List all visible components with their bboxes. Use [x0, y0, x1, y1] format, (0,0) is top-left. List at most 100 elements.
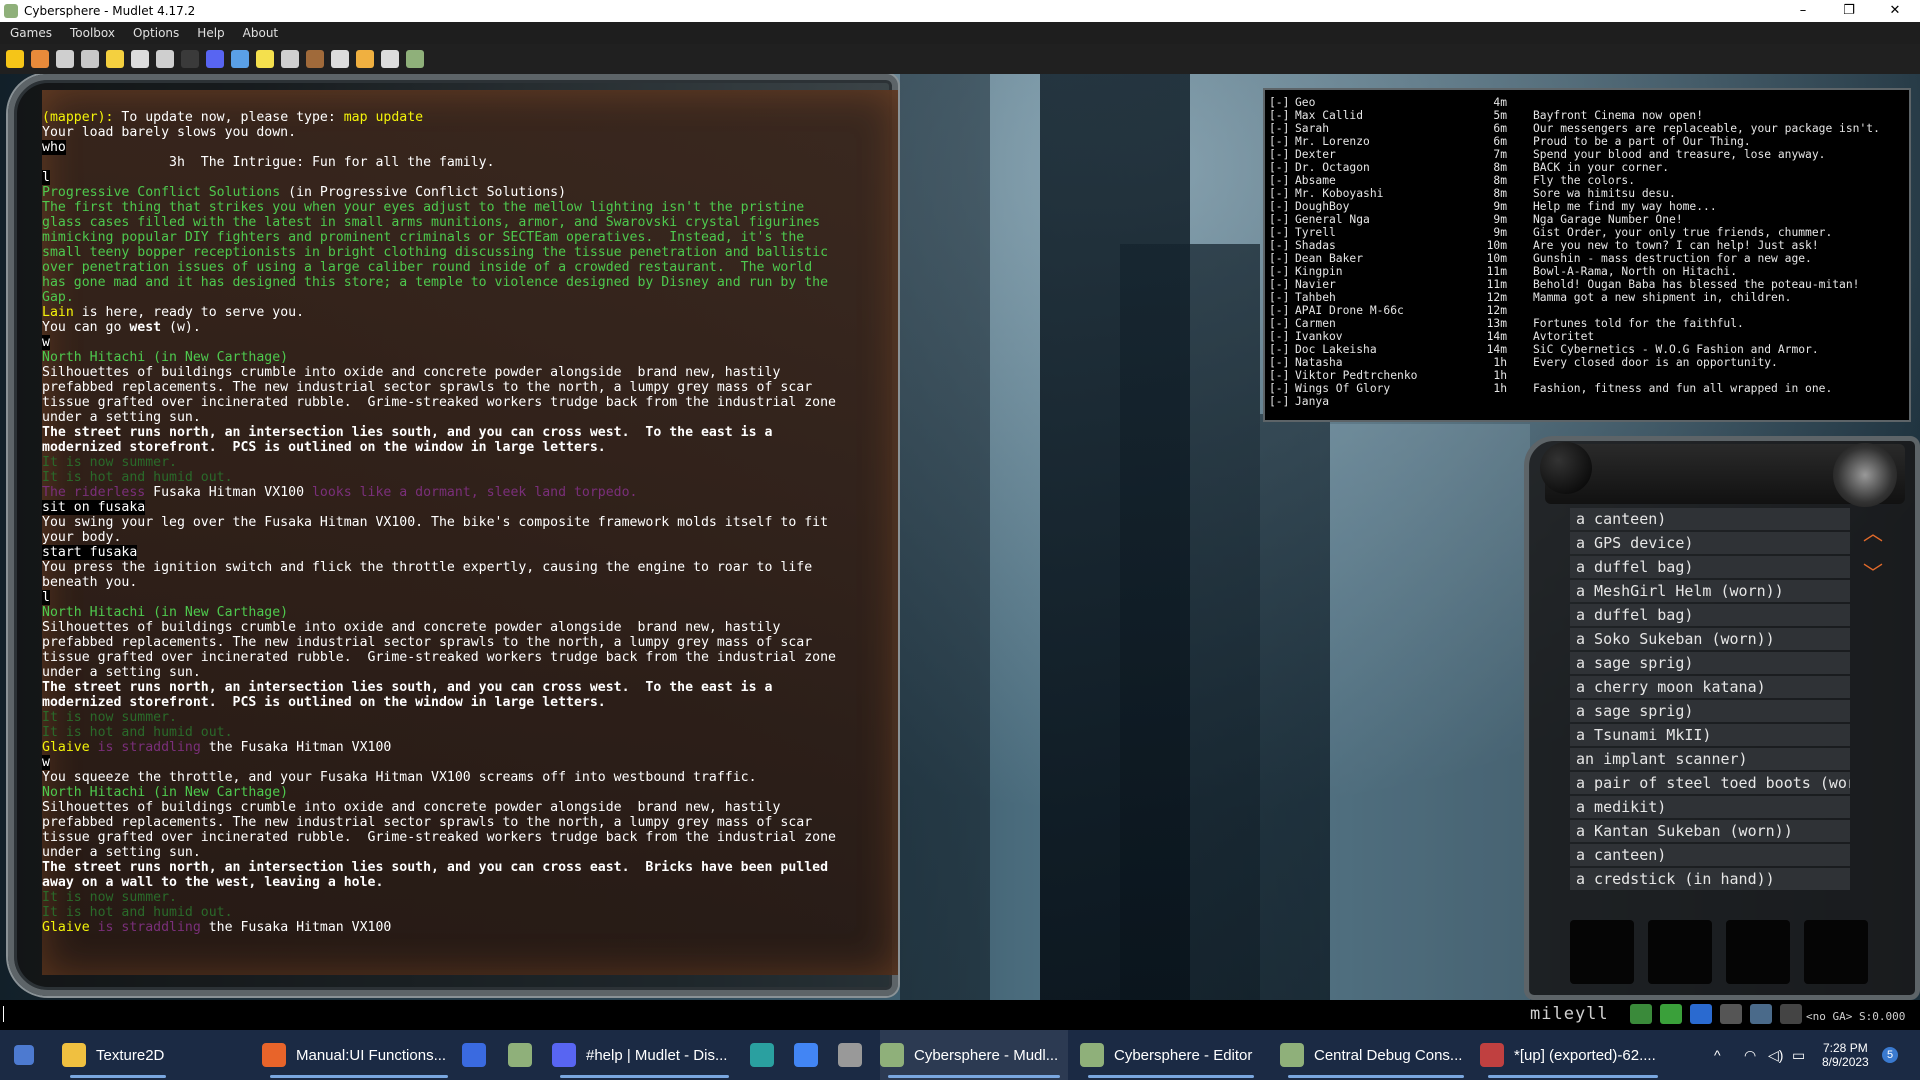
console-text: small teeny bopper receptionists in brig…: [42, 245, 829, 260]
notepad-icon[interactable]: [256, 50, 274, 68]
taskbar-item[interactable]: [750, 1030, 794, 1080]
menu-toolbox[interactable]: Toolbox: [60, 26, 123, 40]
taskbar-item[interactable]: *[up] (exported)-62....: [1480, 1030, 1666, 1080]
player-title: Our messengers are replaceable, your pac…: [1533, 122, 1880, 135]
taskbar-label: Manual:UI Functions...: [296, 1046, 447, 1064]
wifi-icon[interactable]: ◠: [1744, 1030, 1756, 1080]
player-name: Viktor Pedtrchenko: [1295, 369, 1418, 382]
inventory-item[interactable]: a medikit): [1570, 796, 1850, 818]
player-name: Absame: [1295, 174, 1336, 187]
taskbar-item[interactable]: Central Debug Cons...: [1280, 1030, 1472, 1080]
inventory-item[interactable]: a canteen): [1570, 508, 1850, 530]
modules-icon[interactable]: [306, 50, 324, 68]
notification-badge: 5: [1882, 1047, 1898, 1063]
settings-icon[interactable]: [356, 50, 374, 68]
scroll-down-icon[interactable]: ﹀: [1858, 562, 1888, 584]
running-indicator: [560, 1075, 730, 1078]
console-line: who: [42, 140, 892, 155]
maximize-button[interactable]: ❐: [1826, 0, 1872, 22]
lightning-icon[interactable]: [1660, 1004, 1682, 1024]
inventory-item[interactable]: an implant scanner): [1570, 748, 1850, 770]
packages-icon[interactable]: [281, 50, 299, 68]
close-button[interactable]: ✕: [1872, 0, 1918, 22]
inventory-item[interactable]: a cherry moon katana): [1570, 676, 1850, 698]
who-tag: [-]: [1269, 369, 1290, 382]
who-row: [-] Absame 8m Fly the colors.: [1265, 174, 1909, 187]
idle-time: 4m: [1493, 96, 1507, 109]
battery-icon[interactable]: ▭: [1792, 1030, 1805, 1080]
idle-time: 6m: [1493, 135, 1507, 148]
taskbar-item[interactable]: Manual:UI Functions...: [262, 1030, 456, 1080]
console-text: is straddling: [89, 740, 209, 755]
console-text: modernized storefront. PCS is outlined o…: [42, 440, 606, 455]
scripts-icon[interactable]: [131, 50, 149, 68]
idle-time: 1h: [1493, 369, 1507, 382]
notification-button[interactable]: 5: [1882, 1030, 1898, 1080]
scroll-up-icon[interactable]: ︿: [1858, 522, 1888, 544]
equipment-slot[interactable]: [1804, 920, 1868, 984]
player-name: Tahbeh: [1295, 291, 1336, 304]
taskbar-item[interactable]: [838, 1030, 882, 1080]
connect-icon[interactable]: [6, 50, 24, 68]
taskbar-item[interactable]: [462, 1030, 506, 1080]
inventory-item[interactable]: a pair of steel toed boots (wor: [1570, 772, 1850, 794]
inventory-item[interactable]: a credstick (in hand)): [1570, 868, 1850, 890]
map-icon[interactable]: [231, 50, 249, 68]
inventory-item[interactable]: a duffel bag): [1570, 604, 1850, 626]
fullscreen-icon[interactable]: [381, 50, 399, 68]
inventory-item[interactable]: a Tsunami MkII): [1570, 724, 1850, 746]
inventory-item[interactable]: a MeshGirl Helm (worn)): [1570, 580, 1850, 602]
clock-date: 8/9/2023: [1822, 1055, 1869, 1069]
start-button[interactable]: [14, 1030, 44, 1080]
menu-help[interactable]: Help: [187, 26, 232, 40]
idle-time: 12m: [1486, 304, 1507, 317]
replay-icon[interactable]: [331, 50, 349, 68]
keys-icon[interactable]: [156, 50, 174, 68]
menu-options[interactable]: Options: [123, 26, 187, 40]
inventory-item[interactable]: a Soko Sukeban (worn)): [1570, 628, 1850, 650]
keyboard-icon[interactable]: [1720, 1004, 1742, 1024]
equipment-slot[interactable]: [1726, 920, 1790, 984]
console-text: Silhouettes of buildings crumble into ox…: [42, 365, 781, 380]
reconnect-icon[interactable]: [56, 50, 74, 68]
player-name: DoughBoy: [1295, 200, 1350, 213]
menu-about[interactable]: About: [233, 26, 286, 40]
discord-icon[interactable]: [206, 50, 224, 68]
tray-overflow-icon[interactable]: ^: [1714, 1030, 1721, 1080]
inventory-item[interactable]: a GPS device): [1570, 532, 1850, 554]
command-input[interactable]: [0, 1004, 1504, 1026]
inventory-item[interactable]: a sage sprig): [1570, 700, 1850, 722]
taskbar-item[interactable]: Texture2D: [62, 1030, 174, 1080]
inventory-item[interactable]: a canteen): [1570, 844, 1850, 866]
clock[interactable]: 7:28 PM 8/9/2023: [1822, 1030, 1869, 1080]
taskbar-item[interactable]: Cybersphere - Editor: [1080, 1030, 1262, 1080]
inventory-item[interactable]: a Kantan Sukeban (worn)): [1570, 820, 1850, 842]
aliases-icon[interactable]: [106, 50, 124, 68]
taskbar-item[interactable]: [794, 1030, 838, 1080]
taskbar-label: *[up] (exported)-62....: [1514, 1046, 1656, 1064]
minimize-button[interactable]: –: [1780, 0, 1826, 22]
triggers-icon[interactable]: [81, 50, 99, 68]
who-tag: [-]: [1269, 395, 1290, 408]
who-tag: [-]: [1269, 278, 1290, 291]
menu-games[interactable]: Games: [0, 26, 60, 40]
who-tag: [-]: [1269, 356, 1290, 369]
volume-icon[interactable]: ◁): [1768, 1030, 1783, 1080]
info-icon[interactable]: [1690, 1004, 1712, 1024]
equipment-slot[interactable]: [1570, 920, 1634, 984]
taskbar-item[interactable]: #help | Mudlet - Dis...: [552, 1030, 737, 1080]
console-line: The street runs north, an intersection l…: [42, 680, 892, 695]
variables-icon[interactable]: [181, 50, 199, 68]
monitor-icon[interactable]: [1750, 1004, 1772, 1024]
disconnect-icon[interactable]: [31, 50, 49, 68]
equipment-slot[interactable]: [1648, 920, 1712, 984]
mudlet-icon[interactable]: [406, 50, 424, 68]
taskbar-item[interactable]: [508, 1030, 552, 1080]
record-icon[interactable]: [1780, 1004, 1802, 1024]
who-row: [-] Sarah 6m Our messengers are replaceable…: [1265, 122, 1909, 135]
inventory-item[interactable]: a duffel bag): [1570, 556, 1850, 578]
idle-time: 10m: [1486, 239, 1507, 252]
inventory-item[interactable]: a sage sprig): [1570, 652, 1850, 674]
green-arrow-icon[interactable]: [1630, 1004, 1652, 1024]
taskbar-item[interactable]: Cybersphere - Mudl...: [880, 1030, 1069, 1080]
